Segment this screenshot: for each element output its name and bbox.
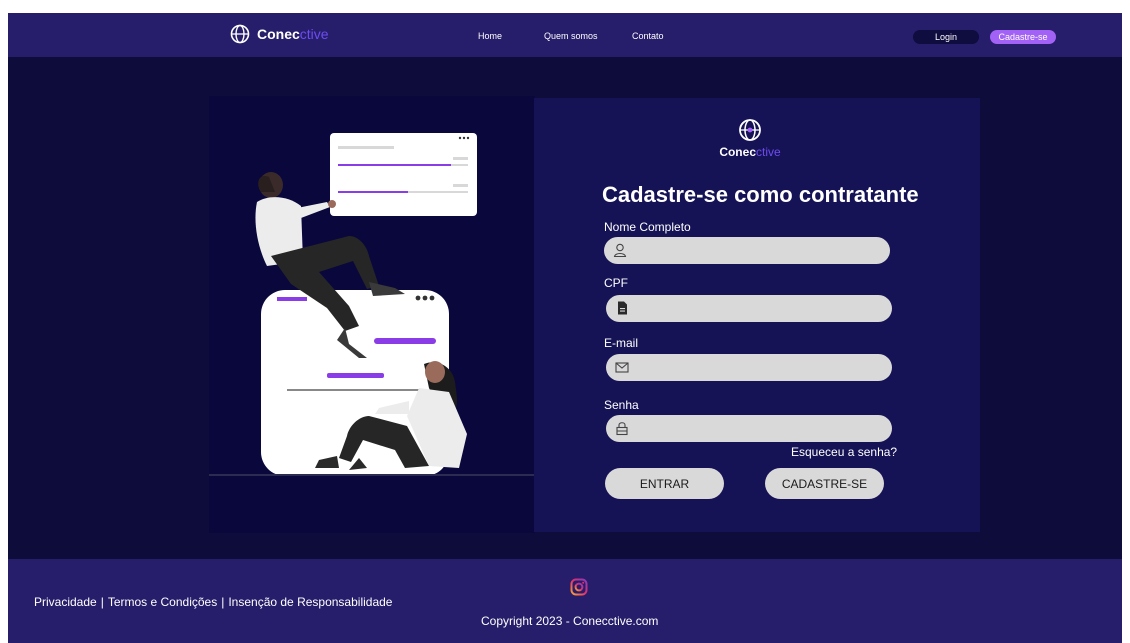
hero-illustration xyxy=(209,96,535,533)
footer-links: Privacidade | Termos e Condições | Insenção … xyxy=(34,595,392,609)
signup-button[interactable]: Cadastre-se xyxy=(990,30,1056,44)
user-icon xyxy=(613,243,627,258)
app-frame: Conecctive Home Quem somos Contato Login… xyxy=(8,13,1122,643)
top-navbar: Conecctive Home Quem somos Contato Login… xyxy=(8,13,1122,57)
enter-button[interactable]: ENTRAR xyxy=(605,468,724,499)
privacy-link[interactable]: Privacidade xyxy=(34,595,97,609)
form-brand-name: Conecctive xyxy=(719,145,781,159)
brand-name: Conecctive xyxy=(257,26,329,42)
email-field[interactable] xyxy=(606,354,892,381)
terms-link[interactable]: Termos e Condições xyxy=(108,595,217,609)
cpf-label: CPF xyxy=(604,276,628,290)
disclaimer-link[interactable]: Insenção de Responsabilidade xyxy=(228,595,392,609)
form-brand-logo: Conecctive xyxy=(719,118,781,159)
footer-separator: | xyxy=(221,595,225,609)
globe-logo-icon xyxy=(739,119,761,141)
instagram-icon[interactable] xyxy=(570,578,588,596)
form-title: Cadastre-se como contratante xyxy=(602,182,919,207)
nav-about-link[interactable]: Quem somos xyxy=(544,31,598,41)
document-icon xyxy=(618,301,627,315)
brand-logo[interactable]: Conecctive xyxy=(230,23,329,45)
forgot-password-link[interactable]: Esqueceu a senha? xyxy=(791,445,897,459)
envelope-icon xyxy=(615,362,629,373)
nav-home-link[interactable]: Home xyxy=(478,31,502,41)
people-with-cards-illustration xyxy=(209,133,535,476)
password-label: Senha xyxy=(604,398,639,412)
email-label: E-mail xyxy=(604,336,639,350)
register-button[interactable]: CADASTRE-SE xyxy=(765,468,884,499)
globe-logo-icon xyxy=(230,24,250,44)
nav-contact-link[interactable]: Contato xyxy=(632,31,664,41)
full-name-label: Nome Completo xyxy=(604,220,691,234)
full-name-field[interactable] xyxy=(604,237,890,264)
footer-separator: | xyxy=(100,595,104,609)
lock-icon xyxy=(616,422,628,436)
login-button[interactable]: Login xyxy=(913,30,979,44)
footer: Privacidade | Termos e Condições | Insenção … xyxy=(8,559,1122,643)
password-field[interactable] xyxy=(606,415,892,442)
copyright-text: Copyright 2023 - Conecctive.com xyxy=(481,614,659,628)
signup-form-panel: Conecctive Cadastre-se como contratante … xyxy=(534,98,980,532)
cpf-field[interactable] xyxy=(606,295,892,322)
